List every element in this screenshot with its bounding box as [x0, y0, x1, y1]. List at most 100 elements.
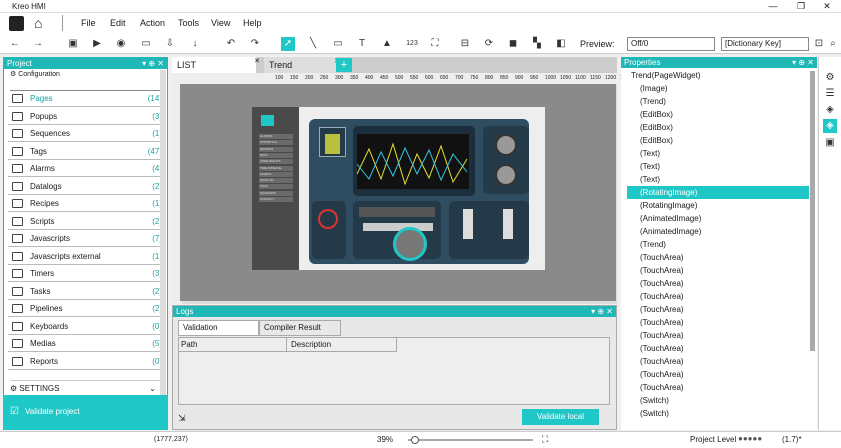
- property-item[interactable]: (TouchArea): [627, 342, 809, 355]
- property-item[interactable]: (TouchArea): [627, 355, 809, 368]
- menu-view[interactable]: View: [211, 18, 230, 28]
- fit-screen-icon[interactable]: ⛶: [542, 434, 548, 445]
- zoom-slider-handle[interactable]: [411, 436, 419, 444]
- project-item-recipes[interactable]: Recipes (1): [8, 195, 162, 212]
- property-item[interactable]: (AnimatedImage): [627, 225, 809, 238]
- add-tab-button[interactable]: +: [336, 58, 352, 72]
- forward-icon[interactable]: →: [31, 37, 45, 51]
- property-item[interactable]: (EditBox): [627, 134, 809, 147]
- home-icon[interactable]: ⌂: [34, 15, 50, 31]
- download-icon[interactable]: ↓: [188, 37, 202, 51]
- project-item-sequences[interactable]: Sequences (1): [8, 125, 162, 142]
- property-item[interactable]: (Trend): [627, 238, 809, 251]
- project-item-tasks[interactable]: Tasks (2): [8, 283, 162, 300]
- property-item[interactable]: (TouchArea): [627, 381, 809, 394]
- property-item[interactable]: (Switch): [627, 394, 809, 407]
- minimize-button[interactable]: —: [760, 0, 786, 13]
- page-menu-item[interactable]: TDLE: [259, 184, 293, 190]
- property-item[interactable]: (AnimatedImage): [627, 212, 809, 225]
- menu-file[interactable]: File: [81, 18, 96, 28]
- number-tool-icon[interactable]: 123: [403, 37, 421, 51]
- page-menu-item[interactable]: DIAGRAMS: [259, 190, 293, 196]
- pointer-icon[interactable]: ➚: [281, 37, 295, 51]
- page-menu-item[interactable]: LEVELS: [259, 171, 293, 177]
- property-item[interactable]: (EditBox): [627, 108, 809, 121]
- project-item-javascripts-external[interactable]: Javascripts external (1): [8, 248, 162, 265]
- switch-row[interactable]: [359, 207, 435, 217]
- slider-track[interactable]: [363, 223, 433, 231]
- page-menu-item[interactable]: DATA: [259, 152, 293, 158]
- property-item[interactable]: (Trend): [627, 95, 809, 108]
- tab-compiler-result[interactable]: Compiler Result: [259, 320, 341, 336]
- page-menu-item[interactable]: TIME PIPELINE: [259, 165, 293, 171]
- tab-close-icon[interactable]: ✕: [254, 54, 260, 70]
- properties-side-icon[interactable]: ⚙: [823, 71, 837, 85]
- project-item-pages[interactable]: Pages (14): [8, 90, 162, 107]
- tab-list[interactable]: LIST ✕: [172, 57, 260, 73]
- property-item[interactable]: (TouchArea): [627, 303, 809, 316]
- layers-side-icon[interactable]: ◈: [823, 103, 837, 117]
- record-icon[interactable]: ◉: [114, 37, 128, 51]
- search-icon[interactable]: ⌕: [826, 37, 840, 51]
- tab-trend[interactable]: Trend✕: [264, 57, 340, 73]
- line-icon[interactable]: ╲: [306, 37, 320, 51]
- property-item[interactable]: (Image): [627, 82, 809, 95]
- tab-validation[interactable]: Validation: [178, 320, 259, 336]
- project-item-reports[interactable]: Reports (0): [8, 353, 162, 370]
- project-item-scripts[interactable]: Scripts (2): [8, 213, 162, 230]
- property-item[interactable]: (Switch): [627, 407, 809, 420]
- project-item-tags[interactable]: Tags (47): [8, 143, 162, 160]
- property-item[interactable]: (TouchArea): [627, 368, 809, 381]
- page-menu-item[interactable]: STATISTICS: [259, 140, 293, 146]
- preview-select[interactable]: Off/0: [627, 37, 715, 51]
- validate-project-button[interactable]: ☑ Validate project: [3, 395, 168, 430]
- close-button[interactable]: ✕: [814, 0, 840, 13]
- menu-action[interactable]: Action: [140, 18, 165, 28]
- panel-pin-close-icon[interactable]: ▾ ⊕ ✕: [142, 58, 164, 69]
- project-item-timers[interactable]: Timers (3): [8, 265, 162, 282]
- dial-knob-icon[interactable]: [393, 227, 427, 261]
- property-item[interactable]: (RotatingImage): [627, 186, 809, 199]
- page-side-icon[interactable]: ▣: [823, 136, 837, 150]
- save-icon[interactable]: ▣: [66, 37, 80, 51]
- property-item[interactable]: (TouchArea): [627, 277, 809, 290]
- project-item-medias[interactable]: Medias (5): [8, 335, 162, 352]
- project-item-datalogs[interactable]: Datalogs (2): [8, 178, 162, 195]
- property-item[interactable]: (TouchArea): [627, 251, 809, 264]
- back-icon[interactable]: ←: [8, 37, 22, 51]
- redo-icon[interactable]: ↷: [248, 37, 262, 51]
- property-item[interactable]: (Text): [627, 173, 809, 186]
- property-item[interactable]: (TouchArea): [627, 290, 809, 303]
- project-item-pipelines[interactable]: Pipelines (2): [8, 300, 162, 317]
- property-item[interactable]: (Text): [627, 160, 809, 173]
- property-item[interactable]: Trend(PageWidget): [627, 69, 809, 82]
- list-side-icon[interactable]: ☰: [823, 87, 837, 101]
- rotate-icon[interactable]: ⟳: [482, 37, 496, 51]
- dictionary-select[interactable]: [Dictionary Key]: [721, 37, 809, 51]
- hamburger-icon[interactable]: [261, 115, 274, 126]
- settings-item[interactable]: ⚙ SETTINGS ⌄: [10, 380, 160, 396]
- page-menu-item[interactable]: USER RIGHTS: [259, 159, 293, 165]
- property-item[interactable]: (TouchArea): [627, 329, 809, 342]
- image-icon[interactable]: ▲: [380, 37, 394, 51]
- page-menu-item[interactable]: RECIPES: [259, 146, 293, 152]
- alarm-knob-icon[interactable]: [318, 209, 338, 229]
- project-item-popups[interactable]: Popups (3): [8, 108, 162, 125]
- align-icon[interactable]: ⊟: [458, 37, 472, 51]
- page-menu-item[interactable]: ALARMS: [259, 134, 293, 139]
- screen-icon[interactable]: ▭: [139, 37, 153, 51]
- property-item[interactable]: (Text): [627, 147, 809, 160]
- export-log-icon[interactable]: ⇲: [178, 413, 186, 424]
- page-menu-item[interactable]: CONTACT: [259, 197, 293, 202]
- property-item[interactable]: (EditBox): [627, 121, 809, 134]
- panel-pin-close-icon[interactable]: ▾ ⊕ ✕: [792, 57, 814, 68]
- ungroup-icon[interactable]: ▚: [530, 37, 544, 51]
- menu-edit[interactable]: Edit: [110, 18, 126, 28]
- rectangle-icon[interactable]: ▭: [331, 37, 345, 51]
- configuration-item[interactable]: ⚙ Configuration: [10, 70, 60, 78]
- property-item[interactable]: (TouchArea): [627, 316, 809, 329]
- group-icon[interactable]: ◼: [506, 37, 520, 51]
- menu-help[interactable]: Help: [243, 18, 262, 28]
- undo-icon[interactable]: ↶: [224, 37, 238, 51]
- project-item-keyboards[interactable]: Keyboards (0): [8, 318, 162, 335]
